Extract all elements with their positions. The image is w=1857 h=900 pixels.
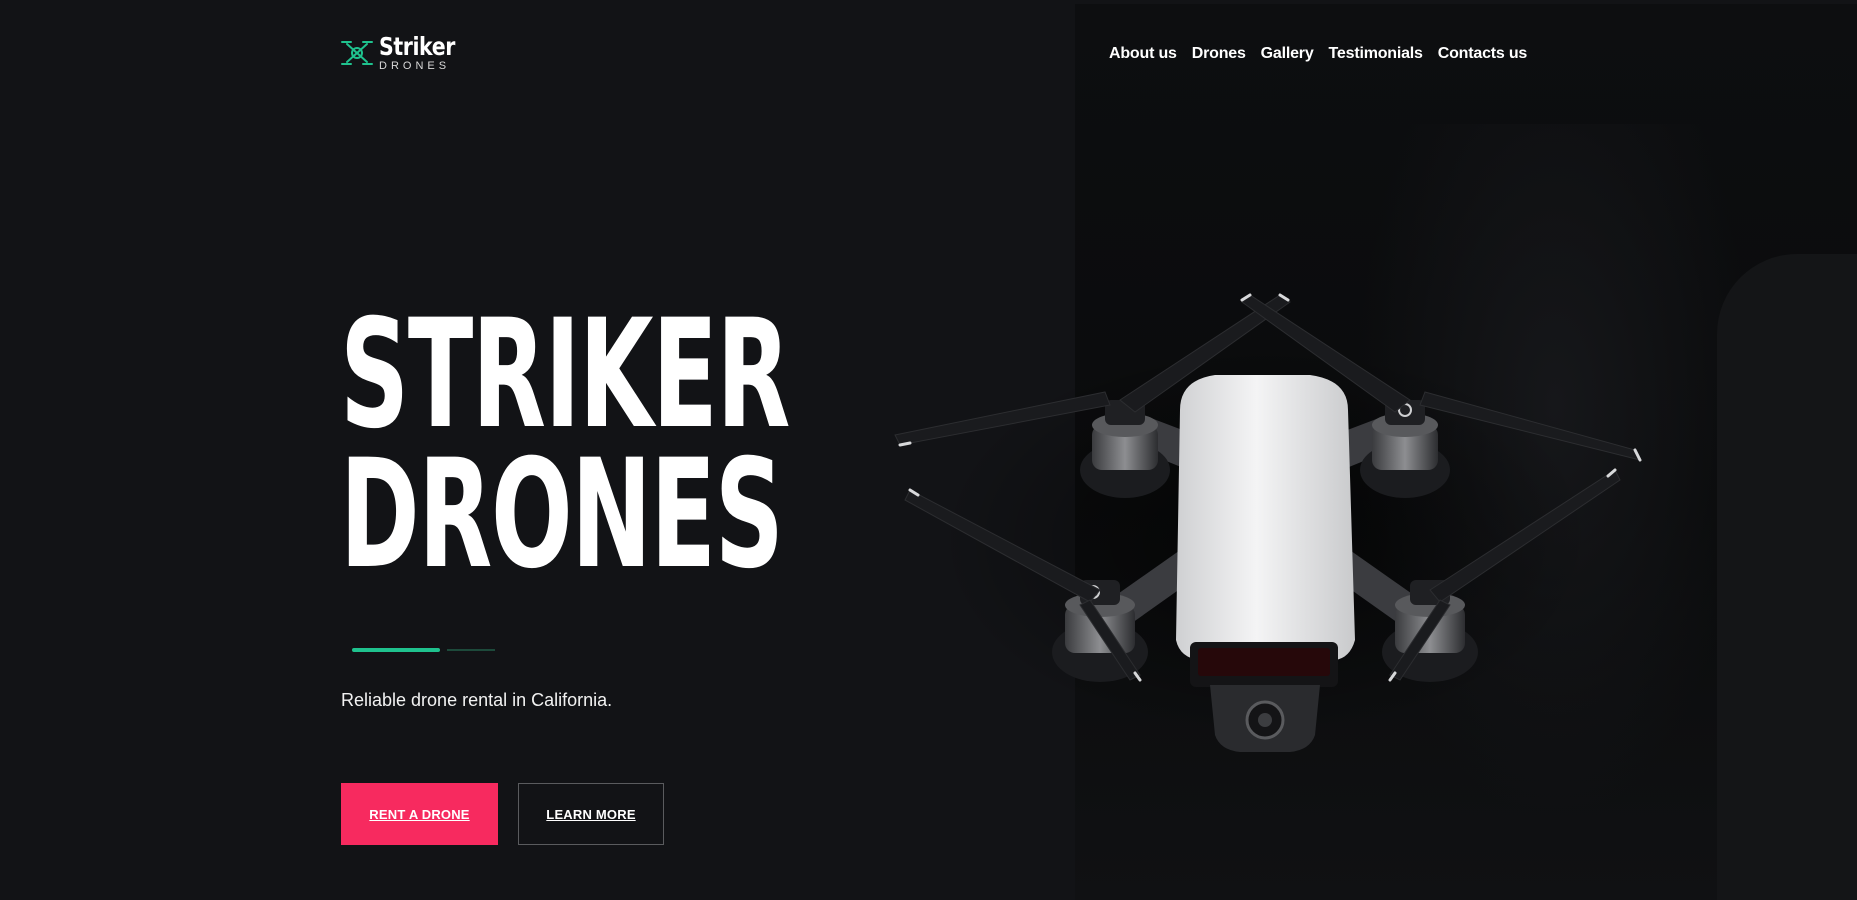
- nav-item-drones[interactable]: Drones: [1192, 45, 1246, 63]
- main-navigation: About us Drones Gallery Testimonials Con…: [1109, 45, 1542, 63]
- rent-a-drone-button[interactable]: RENT A DRONE: [341, 783, 498, 845]
- learn-more-button[interactable]: LEARN MORE: [518, 783, 664, 845]
- nav-item-about-us[interactable]: About us: [1109, 45, 1177, 63]
- nav-item-testimonials[interactable]: Testimonials: [1329, 45, 1423, 63]
- brand-name: Striker: [379, 32, 455, 61]
- nav-item-contacts-us[interactable]: Contacts us: [1438, 45, 1528, 63]
- hero-subtitle: Reliable drone rental in California.: [341, 690, 613, 710]
- hero-title-line-2: DRONES: [340, 428, 784, 602]
- nav-item-gallery[interactable]: Gallery: [1261, 45, 1314, 63]
- background-shape: [1717, 254, 1857, 900]
- drone-logo-icon: [341, 41, 373, 65]
- brand-subtitle: DRONES: [379, 60, 451, 72]
- brand-logo[interactable]: Striker DRONES: [341, 34, 472, 72]
- drone-image: [894, 293, 1642, 752]
- hero-title: STRIKER DRONES: [340, 288, 790, 602]
- accent-divider: [352, 648, 440, 652]
- accent-divider-secondary: [447, 649, 495, 651]
- hero-title-line-1: STRIKER: [340, 288, 790, 462]
